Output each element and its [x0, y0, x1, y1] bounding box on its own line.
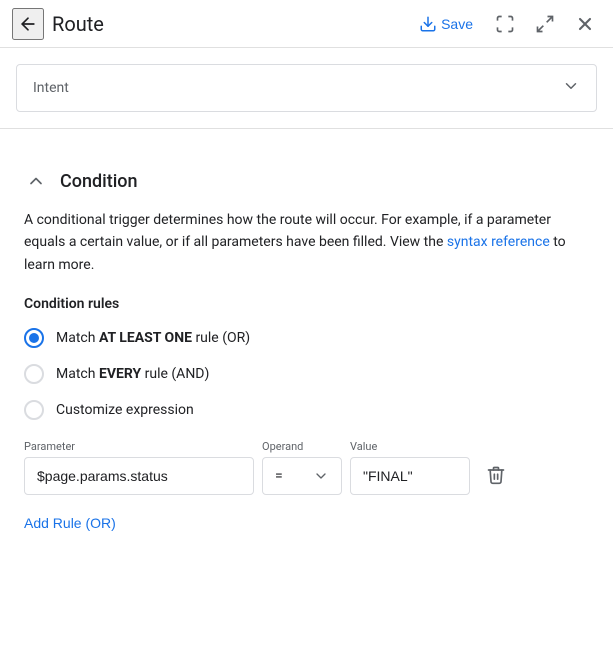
fullscreen-button[interactable] — [489, 8, 521, 40]
radio-circle-custom — [24, 400, 44, 420]
close-button[interactable] — [569, 8, 601, 40]
condition-description: A conditional trigger determines how the… — [24, 209, 589, 276]
page-title: Route — [52, 12, 403, 36]
rule-row: Parameter Operand = Value — [24, 440, 589, 495]
condition-title: Condition — [60, 171, 138, 192]
operand-chevron-icon — [313, 468, 329, 484]
intent-placeholder: Intent — [33, 80, 69, 96]
parameter-label: Parameter — [24, 440, 254, 453]
syntax-reference-link[interactable]: syntax reference — [447, 234, 550, 250]
chevron-down-icon — [562, 77, 580, 99]
parameter-field-group: Parameter — [24, 440, 254, 495]
radio-option-custom[interactable]: Customize expression — [24, 400, 589, 420]
close-icon — [575, 14, 595, 34]
radio-option-or[interactable]: Match AT LEAST ONE rule (OR) — [24, 328, 589, 348]
condition-rules-label: Condition rules — [24, 296, 589, 312]
chevron-up-icon — [26, 171, 46, 191]
radio-label-and: Match EVERY rule (AND) — [56, 366, 209, 382]
condition-section: Condition A conditional trigger determin… — [0, 153, 613, 551]
operand-label: Operand — [262, 440, 342, 453]
parameter-input[interactable] — [24, 457, 254, 495]
save-icon — [419, 15, 437, 33]
radio-circle-and — [24, 364, 44, 384]
add-rule-button[interactable]: Add Rule (OR) — [24, 511, 116, 535]
radio-group: Match AT LEAST ONE rule (OR) Match EVERY… — [24, 328, 589, 420]
value-input[interactable] — [350, 457, 470, 495]
trash-icon — [486, 465, 506, 485]
collapse-button[interactable] — [529, 8, 561, 40]
value-label: Value — [350, 440, 470, 453]
radio-label-custom: Customize expression — [56, 402, 194, 418]
header: Route Save — [0, 0, 613, 48]
back-button[interactable] — [12, 8, 44, 40]
save-button[interactable]: Save — [411, 11, 481, 37]
condition-header: Condition — [24, 169, 589, 193]
collapse-condition-button[interactable] — [24, 169, 48, 193]
radio-inner-or — [29, 333, 39, 343]
collapse-icon — [535, 14, 555, 34]
operand-field-group: Operand = — [262, 440, 342, 495]
delete-rule-button[interactable] — [478, 455, 514, 495]
header-icons — [489, 8, 601, 40]
save-label: Save — [441, 16, 473, 32]
intent-section: Intent — [0, 48, 613, 129]
spacer — [0, 129, 613, 153]
operand-dropdown[interactable]: = — [262, 457, 342, 495]
operand-value: = — [275, 468, 283, 484]
radio-circle-or — [24, 328, 44, 348]
intent-dropdown[interactable]: Intent — [16, 64, 597, 112]
radio-option-and[interactable]: Match EVERY rule (AND) — [24, 364, 589, 384]
value-field-group: Value — [350, 440, 470, 495]
radio-label-or: Match AT LEAST ONE rule (OR) — [56, 330, 250, 346]
fullscreen-icon — [495, 14, 515, 34]
